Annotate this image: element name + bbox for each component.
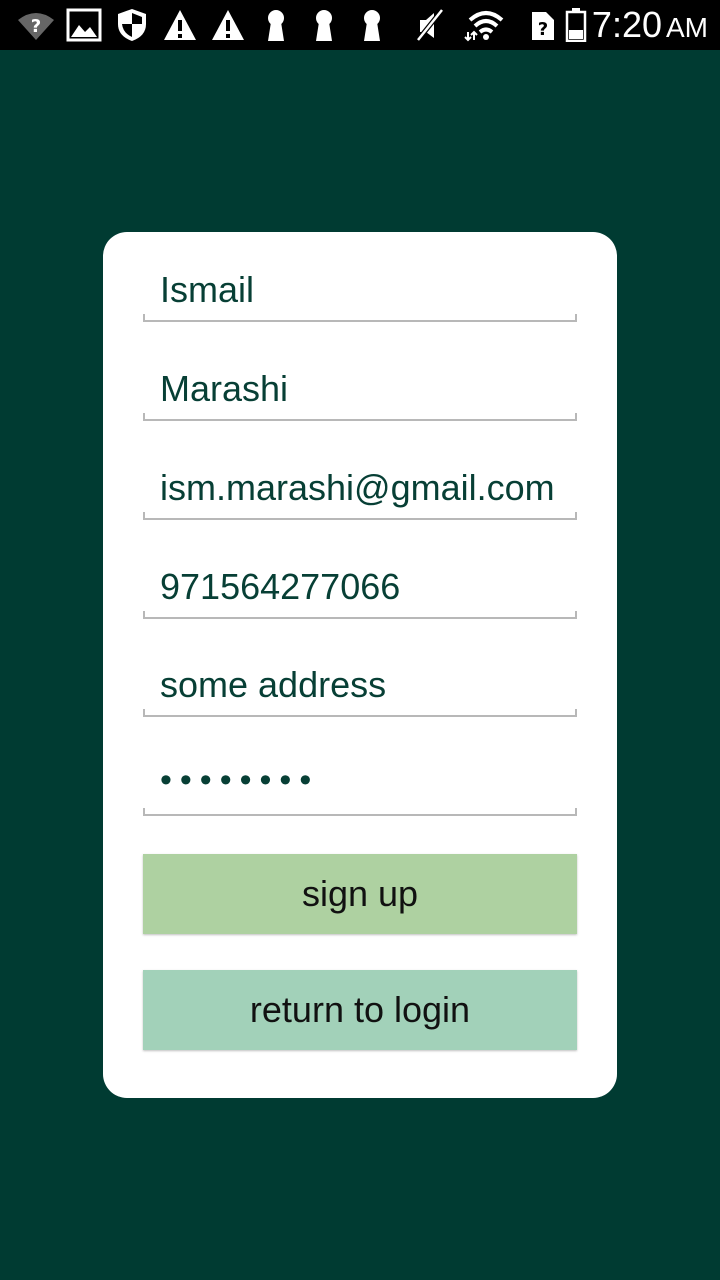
- clock-ampm: AM: [666, 12, 708, 43]
- keyhole-icon: [268, 10, 284, 41]
- status-bar: ? ? 7:20 AM: [0, 0, 720, 50]
- last-name-value: Marashi: [160, 368, 289, 409]
- shield-icon: [118, 9, 146, 41]
- mute-icon: [416, 8, 444, 42]
- wifi-icon: [464, 11, 504, 42]
- sign-up-button[interactable]: sign up: [143, 854, 577, 934]
- password-value: ••••••••: [160, 761, 320, 799]
- warning-icon: [164, 10, 196, 40]
- phone-value: 971564277066: [160, 566, 401, 607]
- keyhole-icon: [316, 10, 332, 41]
- password-underline: [143, 808, 577, 816]
- warning-icon: [212, 10, 244, 40]
- return-to-login-button[interactable]: return to login: [143, 970, 577, 1050]
- sim-unknown-icon: ?: [532, 12, 554, 40]
- svg-text:?: ?: [538, 19, 548, 40]
- battery-icon: [565, 8, 587, 42]
- phone-field[interactable]: 971564277066: [143, 529, 577, 619]
- clock: 7:20 AM: [592, 4, 708, 46]
- address-value: some address: [160, 664, 387, 705]
- address-field[interactable]: some address: [143, 627, 577, 717]
- first-name-value: Ismail: [160, 269, 255, 310]
- svg-text:?: ?: [31, 16, 41, 37]
- signup-card: Ismail Marashi ism.marashi@gmail.com 971…: [103, 232, 617, 1098]
- clock-time: 7:20: [591, 4, 662, 45]
- wifi-unknown-icon: ?: [18, 13, 54, 40]
- address-underline: [143, 709, 577, 717]
- first-name-field[interactable]: Ismail: [143, 232, 577, 322]
- phone-underline: [143, 611, 577, 619]
- email-value: ism.marashi@gmail.com: [160, 467, 555, 508]
- email-field[interactable]: ism.marashi@gmail.com: [143, 430, 577, 520]
- keyhole-icon: [364, 10, 380, 41]
- first-name-underline: [143, 314, 577, 322]
- last-name-underline: [143, 413, 577, 421]
- last-name-field[interactable]: Marashi: [143, 331, 577, 421]
- password-field[interactable]: ••••••••: [143, 726, 577, 816]
- image-icon: [66, 8, 102, 42]
- email-underline: [143, 512, 577, 520]
